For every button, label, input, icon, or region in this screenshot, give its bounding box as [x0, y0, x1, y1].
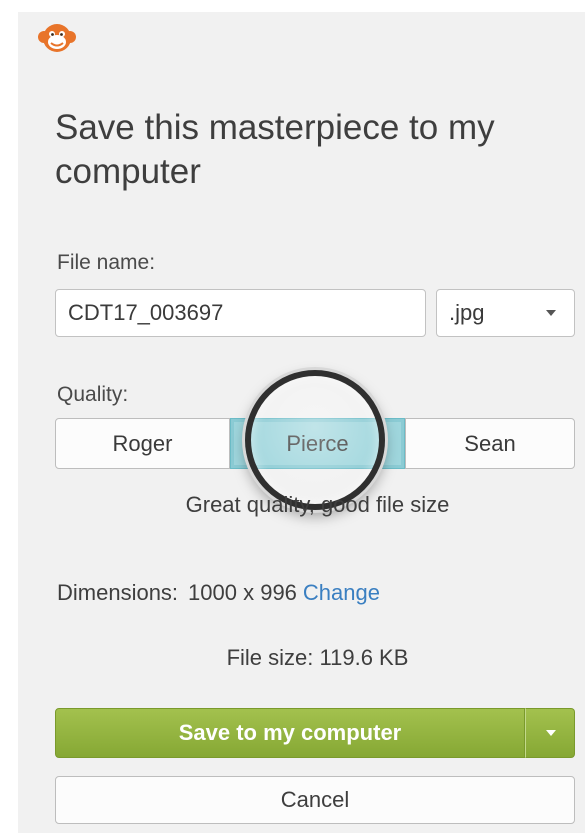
page-title: Save this masterpiece to my computer — [55, 108, 495, 191]
quality-label: Quality: — [57, 383, 129, 406]
quality-option-pierce[interactable]: Pierce — [230, 418, 405, 469]
file-name-label: File name: — [57, 251, 156, 274]
file-name-input[interactable]: CDT17_003697 — [55, 289, 426, 337]
monkey-logo-icon — [38, 24, 76, 52]
file-size-text: File size: 119.6 KB — [226, 645, 409, 670]
file-type-value: .jpg — [449, 300, 485, 325]
chevron-down-icon — [546, 310, 556, 316]
dimensions-label: Dimensions: — [57, 580, 179, 605]
chevron-down-icon — [546, 730, 556, 736]
quality-option-roger[interactable]: Roger — [55, 418, 230, 469]
save-to-computer-button[interactable]: Save to my computer — [55, 708, 525, 758]
change-dimensions-link[interactable]: Change — [303, 580, 380, 605]
file-type-select[interactable]: .jpg — [436, 289, 575, 337]
cancel-button[interactable]: Cancel — [55, 776, 575, 824]
dimensions-value: 1000 x 996 — [188, 580, 297, 605]
save-options-dropdown-button[interactable] — [525, 708, 575, 758]
quality-option-sean[interactable]: Sean — [405, 418, 575, 469]
quality-description: Great quality, good file size — [185, 492, 450, 517]
dimensions-row: Dimensions: 1000 x 996 Change — [57, 580, 380, 606]
